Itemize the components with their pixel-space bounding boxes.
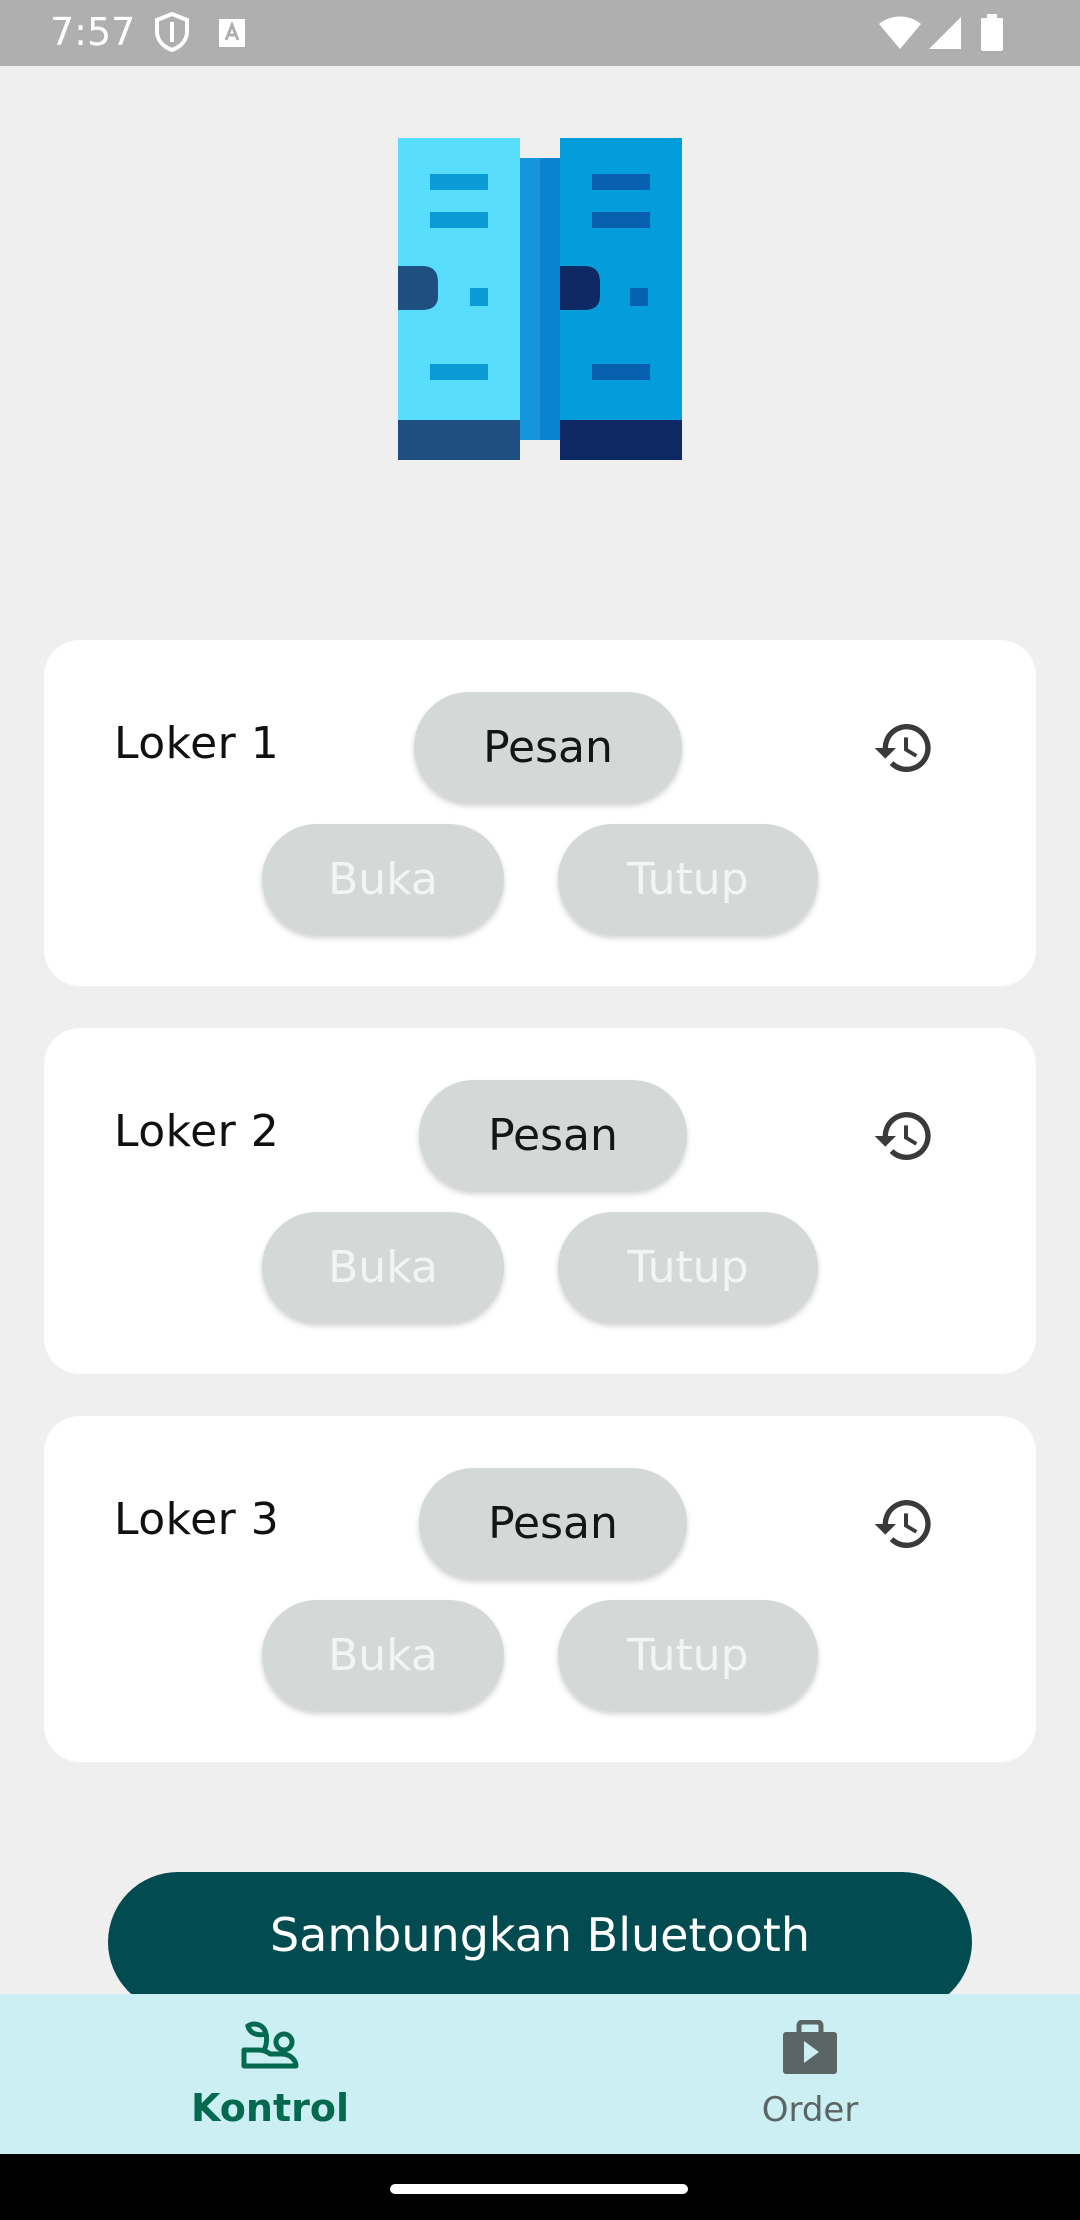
locker-name: Loker 1	[114, 718, 280, 769]
history-icon[interactable]	[866, 1486, 942, 1562]
cellular-signal-icon	[928, 16, 962, 54]
shield-icon	[154, 11, 190, 56]
locker-card: Loker 1 Pesan Buka Tutup	[44, 640, 1036, 986]
nav-label: Order	[761, 2090, 859, 2130]
locker-name: Loker 3	[114, 1494, 280, 1545]
keyboard-notification-icon	[218, 18, 246, 52]
system-navigation-bar	[0, 2154, 1080, 2220]
history-icon[interactable]	[866, 1098, 942, 1174]
open-button[interactable]: Buka	[262, 1600, 504, 1710]
home-gesture-handle[interactable]	[390, 2184, 688, 2194]
lockers-logo-icon	[398, 138, 682, 460]
order-button[interactable]: Pesan	[414, 692, 682, 802]
shopping-bag-play-icon	[781, 2019, 839, 2080]
locker-card: Loker 2 Pesan Buka Tutup	[44, 1028, 1036, 1374]
open-button[interactable]: Buka	[262, 1212, 504, 1322]
plant-hand-icon	[240, 2020, 300, 2080]
open-button[interactable]: Buka	[262, 824, 504, 934]
close-button[interactable]: Tutup	[558, 1212, 818, 1322]
close-button[interactable]: Tutup	[558, 824, 818, 934]
locker-card: Loker 3 Pesan Buka Tutup	[44, 1416, 1036, 1762]
bottom-navigation: Kontrol Order	[0, 1994, 1080, 2154]
status-bar: 7:57	[0, 0, 1080, 66]
close-button[interactable]: Tutup	[558, 1600, 818, 1710]
connect-bluetooth-button[interactable]: Sambungkan Bluetooth	[108, 1872, 972, 2012]
history-icon[interactable]	[866, 710, 942, 786]
nav-item-order[interactable]: Order	[540, 1994, 1080, 2154]
order-button[interactable]: Pesan	[419, 1080, 687, 1190]
order-button[interactable]: Pesan	[419, 1468, 687, 1578]
nav-label: Kontrol	[191, 2086, 349, 2130]
status-time: 7:57	[50, 10, 136, 54]
wifi-icon	[878, 16, 922, 54]
locker-name: Loker 2	[114, 1106, 280, 1157]
battery-icon	[980, 14, 1004, 56]
nav-item-kontrol[interactable]: Kontrol	[0, 1994, 540, 2154]
